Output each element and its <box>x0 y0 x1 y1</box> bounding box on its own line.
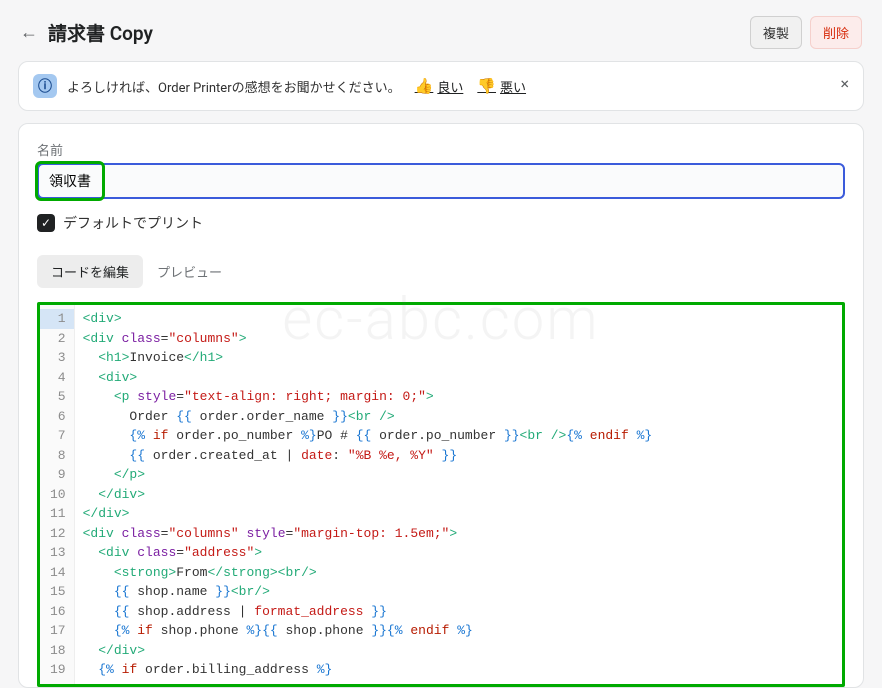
code-content[interactable]: <div><div class="columns"> <h1>Invoice</… <box>75 305 842 684</box>
delete-button[interactable]: 削除 <box>810 16 862 49</box>
line-numbers: 12345678910111213141516171819 <box>40 305 75 684</box>
code-editor[interactable]: 12345678910111213141516171819 <div><div … <box>40 305 842 684</box>
name-input[interactable] <box>37 163 845 199</box>
page-title: 請求書 Copy <box>48 19 153 46</box>
page-header: ← 請求書 Copy 複製 削除 <box>0 0 882 61</box>
feedback-text: よろしければ、Order Printerの感想をお聞かせください。 <box>67 77 401 96</box>
feedback-banner: ⓘ よろしければ、Order Printerの感想をお聞かせください。 👍 良い… <box>18 61 864 111</box>
back-arrow-icon[interactable]: ← <box>20 22 38 43</box>
thumb-down-icon: 👎 <box>477 77 496 95</box>
feedback-bad-link[interactable]: 👎 悪い <box>477 77 526 96</box>
tab-edit-code[interactable]: コードを編集 <box>37 255 143 288</box>
close-icon[interactable]: × <box>840 74 849 93</box>
duplicate-button[interactable]: 複製 <box>750 16 802 49</box>
feedback-good-link[interactable]: 👍 良い <box>415 77 464 96</box>
main-card: 名前 ✓ デフォルトでプリント コードを編集 プレビュー 12345678910… <box>18 123 864 688</box>
thumb-up-icon: 👍 <box>415 77 434 95</box>
print-default-label: デフォルトでプリント <box>63 213 203 233</box>
name-label: 名前 <box>37 140 845 159</box>
info-icon: ⓘ <box>33 74 57 98</box>
code-editor-area: 12345678910111213141516171819 <div><div … <box>37 302 845 687</box>
tabs: コードを編集 プレビュー <box>37 255 845 288</box>
tab-preview[interactable]: プレビュー <box>143 255 236 288</box>
print-default-checkbox[interactable]: ✓ <box>37 214 55 232</box>
